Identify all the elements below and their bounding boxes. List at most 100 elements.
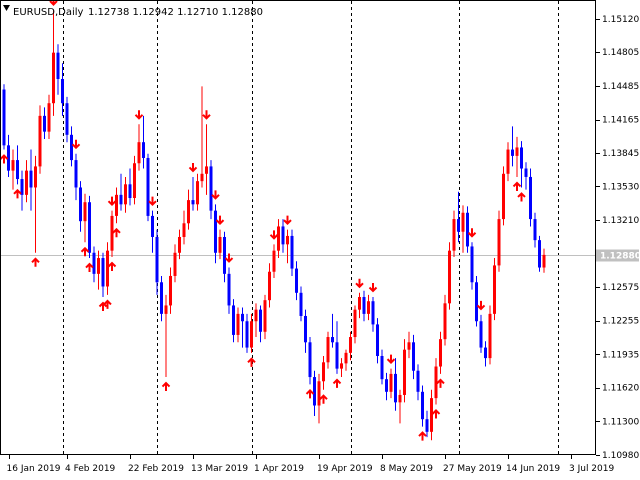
candle-body [268, 271, 271, 301]
candle-body [187, 200, 190, 224]
candle-body [304, 315, 307, 343]
candle-body [380, 355, 384, 380]
candle-body [223, 236, 226, 274]
price-tick-label: 1.14485 [602, 82, 639, 92]
candle-body [259, 309, 262, 332]
time-tick-label: 27 May 2019 [443, 464, 502, 474]
candle-body [389, 373, 393, 392]
candle-body [151, 215, 154, 237]
candle-body [286, 235, 289, 245]
price-tick-label: 1.14805 [602, 48, 639, 58]
price-tick-label: 1.11300 [602, 417, 639, 427]
candle-body [421, 391, 424, 420]
candle-body [56, 52, 60, 79]
time-tick-label: 3 Jul 2019 [569, 464, 614, 474]
candle-body [232, 305, 235, 335]
candle-body [38, 115, 42, 167]
candle-body [16, 160, 19, 180]
candle-body [479, 321, 483, 348]
candle [529, 168, 532, 227]
candle-body [493, 265, 496, 314]
candle-body [191, 200, 195, 205]
candle-body [164, 305, 168, 314]
candle-body [376, 324, 379, 356]
candle-body [448, 250, 451, 304]
price-tick-label: 1.13530 [602, 182, 639, 192]
candle-body [331, 337, 334, 343]
candle-body [43, 115, 46, 132]
candle-body [263, 300, 267, 332]
ohlc-values: 1.12738 1.12942 1.12710 1.12880 [88, 7, 263, 18]
candle-body [443, 303, 447, 340]
candle-body [65, 103, 69, 135]
candle-body [133, 163, 136, 199]
candle-body [452, 219, 456, 251]
candle-body [367, 301, 370, 314]
candle-body [403, 349, 406, 395]
time-tick-label: 14 Jun 2019 [506, 464, 560, 474]
candle-body [349, 337, 352, 353]
time-tick-label: 13 Mar 2019 [191, 464, 248, 474]
candle-body [52, 52, 55, 104]
candle-body [124, 184, 127, 205]
candle [502, 166, 505, 226]
candle-body [205, 166, 208, 174]
candle-body [227, 273, 231, 306]
candle-body [313, 377, 316, 406]
candle-body [272, 250, 276, 272]
candle-body [326, 337, 330, 363]
candle-body [277, 226, 280, 251]
candle-body [398, 394, 402, 403]
candle-body [335, 342, 339, 369]
price-box: 1.12880 [596, 249, 640, 262]
candle-body [34, 166, 37, 188]
candle-body [101, 258, 105, 287]
candle-body [484, 347, 487, 359]
candle-body [394, 373, 397, 403]
candle-body [358, 297, 361, 310]
candle-body [196, 181, 199, 205]
price-tick-label: 1.10980 [602, 451, 639, 461]
candle-body [520, 147, 523, 169]
candle [2, 84, 6, 150]
price-tick-label: 1.14165 [602, 116, 639, 126]
candle-body [538, 240, 541, 268]
candle-body [457, 219, 460, 232]
candle-body [497, 219, 501, 266]
candle-body [524, 168, 528, 177]
candle-body [29, 170, 33, 188]
candle-body [515, 147, 519, 156]
candle [88, 195, 91, 259]
candle-body [83, 202, 87, 222]
candle-body [466, 212, 469, 247]
price-tick-label: 1.12575 [602, 283, 639, 293]
candle-body [542, 254, 546, 268]
candle-body [385, 379, 388, 392]
candle-body [200, 173, 204, 182]
chart-header: EURUSD,Daily 1.12738 1.12942 1.12710 1.1… [3, 5, 263, 18]
candle [146, 153, 150, 222]
price-chart[interactable]: 1.15120 1.14805 1.14485 1.14165 1.13845 1.135… [0, 0, 640, 480]
candle-body [295, 268, 298, 293]
candle-body [511, 149, 514, 156]
candle-body [61, 78, 64, 104]
candle-body [128, 184, 132, 199]
candle-body [344, 352, 348, 364]
candle-body [218, 236, 222, 253]
time-tick-label: 4 Feb 2019 [65, 464, 116, 474]
candle-body [2, 89, 6, 146]
candle [466, 206, 469, 253]
candle-body [119, 194, 123, 205]
candle-body [425, 419, 429, 432]
candle-body [470, 246, 474, 283]
candle-body [317, 381, 321, 406]
candle-body [461, 212, 465, 232]
candle-body [533, 219, 537, 241]
candle [448, 242, 451, 310]
candle-body [353, 309, 357, 338]
candle-body [182, 223, 186, 237]
candle [497, 210, 501, 272]
candle-body [488, 313, 492, 359]
candle-body [281, 226, 285, 245]
candle-body [245, 321, 249, 348]
